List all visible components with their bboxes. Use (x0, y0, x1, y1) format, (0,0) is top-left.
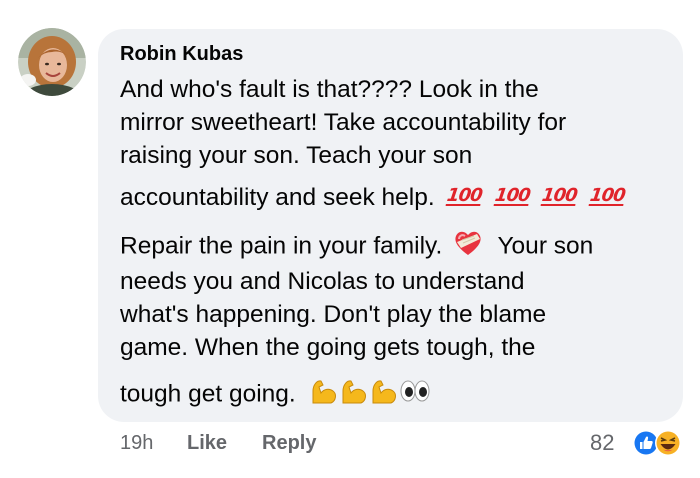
flexed-biceps-icon (369, 377, 399, 413)
comment-text-line-with-emoji: tough get going. (120, 377, 431, 413)
comment-text-line: needs you and Nicolas to understand (120, 268, 525, 295)
comment-container: Robin Kubas And who's fault is that???? … (0, 0, 700, 478)
flexed-biceps-icon (309, 377, 339, 413)
comment-text-line: And who's fault is that???? Look in the (120, 76, 539, 103)
hundred-points-icon: 100 (588, 185, 626, 206)
comment-text-line: mirror sweetheart! Take accountability f… (120, 109, 567, 136)
flexed-biceps-icon (339, 377, 369, 413)
avatar[interactable] (18, 28, 86, 96)
comment-timestamp[interactable]: 19h (120, 432, 153, 455)
comment-text-line: what's happening. Don't play the blame (120, 301, 547, 328)
comment-text: accountability and seek help. (120, 184, 435, 211)
hundred-points-icon: 100 (493, 185, 531, 206)
reply-button[interactable]: Reply (262, 432, 316, 455)
hundred-points-icon: 100 (446, 185, 484, 206)
comment-text-line-with-emoji: accountability and seek help. 100 100 10… (120, 181, 626, 213)
comment-text-line: raising your son. Teach your son (120, 142, 473, 169)
like-button[interactable]: Like (187, 432, 227, 455)
mending-heart-icon (453, 229, 483, 265)
comment-author[interactable]: Robin Kubas (120, 43, 243, 66)
comment-text: tough get going. (120, 380, 296, 408)
eyes-icon (399, 377, 431, 413)
haha-reaction-icon (655, 430, 681, 456)
comment-text-line-with-emoji: Repair the pain in your family. Your son (120, 229, 593, 265)
comment-text-line: game. When the going gets tough, the (120, 334, 536, 361)
comment-bubble: Robin Kubas And who's fault is that???? … (98, 29, 683, 422)
reaction-count[interactable]: 82 (590, 430, 614, 456)
comment-text: Repair the pain in your family. (120, 232, 443, 260)
reaction-icons[interactable] (632, 428, 692, 458)
comment-text: Your son (497, 232, 594, 260)
hundred-points-icon: 100 (540, 185, 579, 206)
avatar-image (18, 28, 86, 96)
